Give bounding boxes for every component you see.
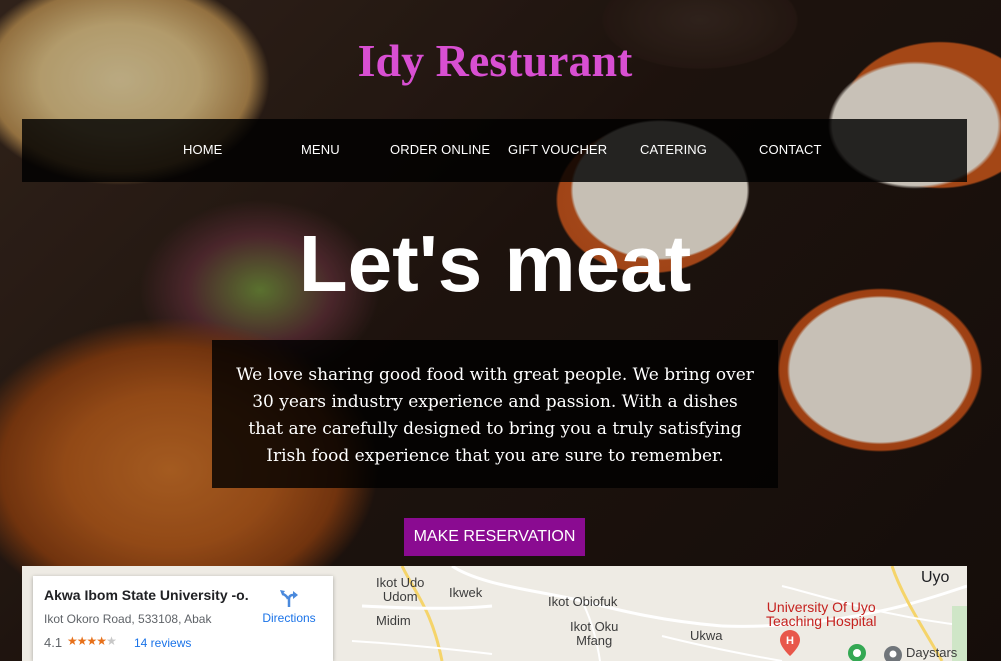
place-address: Ikot Okoro Road, 533108, Abak bbox=[44, 612, 212, 626]
hero-overlay bbox=[0, 0, 1001, 661]
map-label-midim: Midim bbox=[376, 613, 411, 628]
make-reservation-button[interactable]: MAKE RESERVATION bbox=[404, 518, 585, 556]
reviews-link[interactable]: 14 reviews bbox=[134, 636, 191, 650]
map-label-ikot-oku-mfang: Ikot Oku Mfang bbox=[570, 619, 619, 648]
place-name[interactable]: Akwa Ibom State University -o... bbox=[44, 587, 249, 603]
location-map[interactable]: Ikot Udo Udom Ikwek Midim Ikot Obiofuk I… bbox=[22, 566, 967, 661]
svg-text:H: H bbox=[786, 635, 794, 647]
nav-menu[interactable]: MENU bbox=[301, 142, 340, 157]
nav-catering[interactable]: CATERING bbox=[640, 142, 707, 157]
map-label-ikot-udo-udom: Ikot Udo Udom bbox=[376, 575, 425, 604]
nav-home[interactable]: HOME bbox=[183, 142, 222, 157]
nav-order-online[interactable]: ORDER ONLINE bbox=[390, 142, 490, 157]
map-label-ikwek: Ikwek bbox=[449, 585, 483, 600]
map-label-hospital: University Of Uyo Teaching Hospital bbox=[766, 599, 877, 629]
location-marker-icon[interactable] bbox=[884, 646, 902, 661]
star-icon: ★ bbox=[67, 634, 78, 648]
intro-panel: We love sharing good food with great peo… bbox=[212, 340, 778, 488]
directions-icon bbox=[280, 590, 298, 607]
map-label-ukwa: Ukwa bbox=[690, 628, 723, 643]
place-rating: 4.1 bbox=[44, 635, 63, 650]
rating-stars: ★★★★★ bbox=[67, 634, 117, 648]
map-label-uyo: Uyo bbox=[921, 569, 950, 586]
nav-contact[interactable]: CONTACT bbox=[759, 142, 822, 157]
map-label-daystars: Daystars bbox=[906, 645, 958, 660]
nav-gift-voucher[interactable]: GIFT VOUCHER bbox=[508, 142, 607, 157]
site-title: Idy Resturant bbox=[357, 35, 633, 86]
intro-text: We love sharing good food with great peo… bbox=[236, 365, 754, 466]
star-icon: ★ bbox=[76, 634, 88, 648]
hero-heading: Let's meat bbox=[298, 219, 692, 308]
place-marker-icon[interactable] bbox=[848, 644, 866, 661]
main-navigation: HOME MENU ORDER ONLINE GIFT VOUCHER CATE… bbox=[22, 119, 967, 182]
hospital-icon[interactable]: H bbox=[780, 630, 800, 656]
map-label-ikot-obiofuk: Ikot Obiofuk bbox=[548, 594, 618, 609]
star-icon: ★ bbox=[86, 634, 98, 648]
star-icon: ★ bbox=[106, 634, 117, 648]
directions-label: Directions bbox=[262, 611, 316, 625]
star-icon: ★ bbox=[96, 634, 107, 648]
directions-button[interactable]: Directions bbox=[259, 588, 319, 625]
place-info-card: Akwa Ibom State University -o... Ikot Ok… bbox=[33, 576, 333, 661]
